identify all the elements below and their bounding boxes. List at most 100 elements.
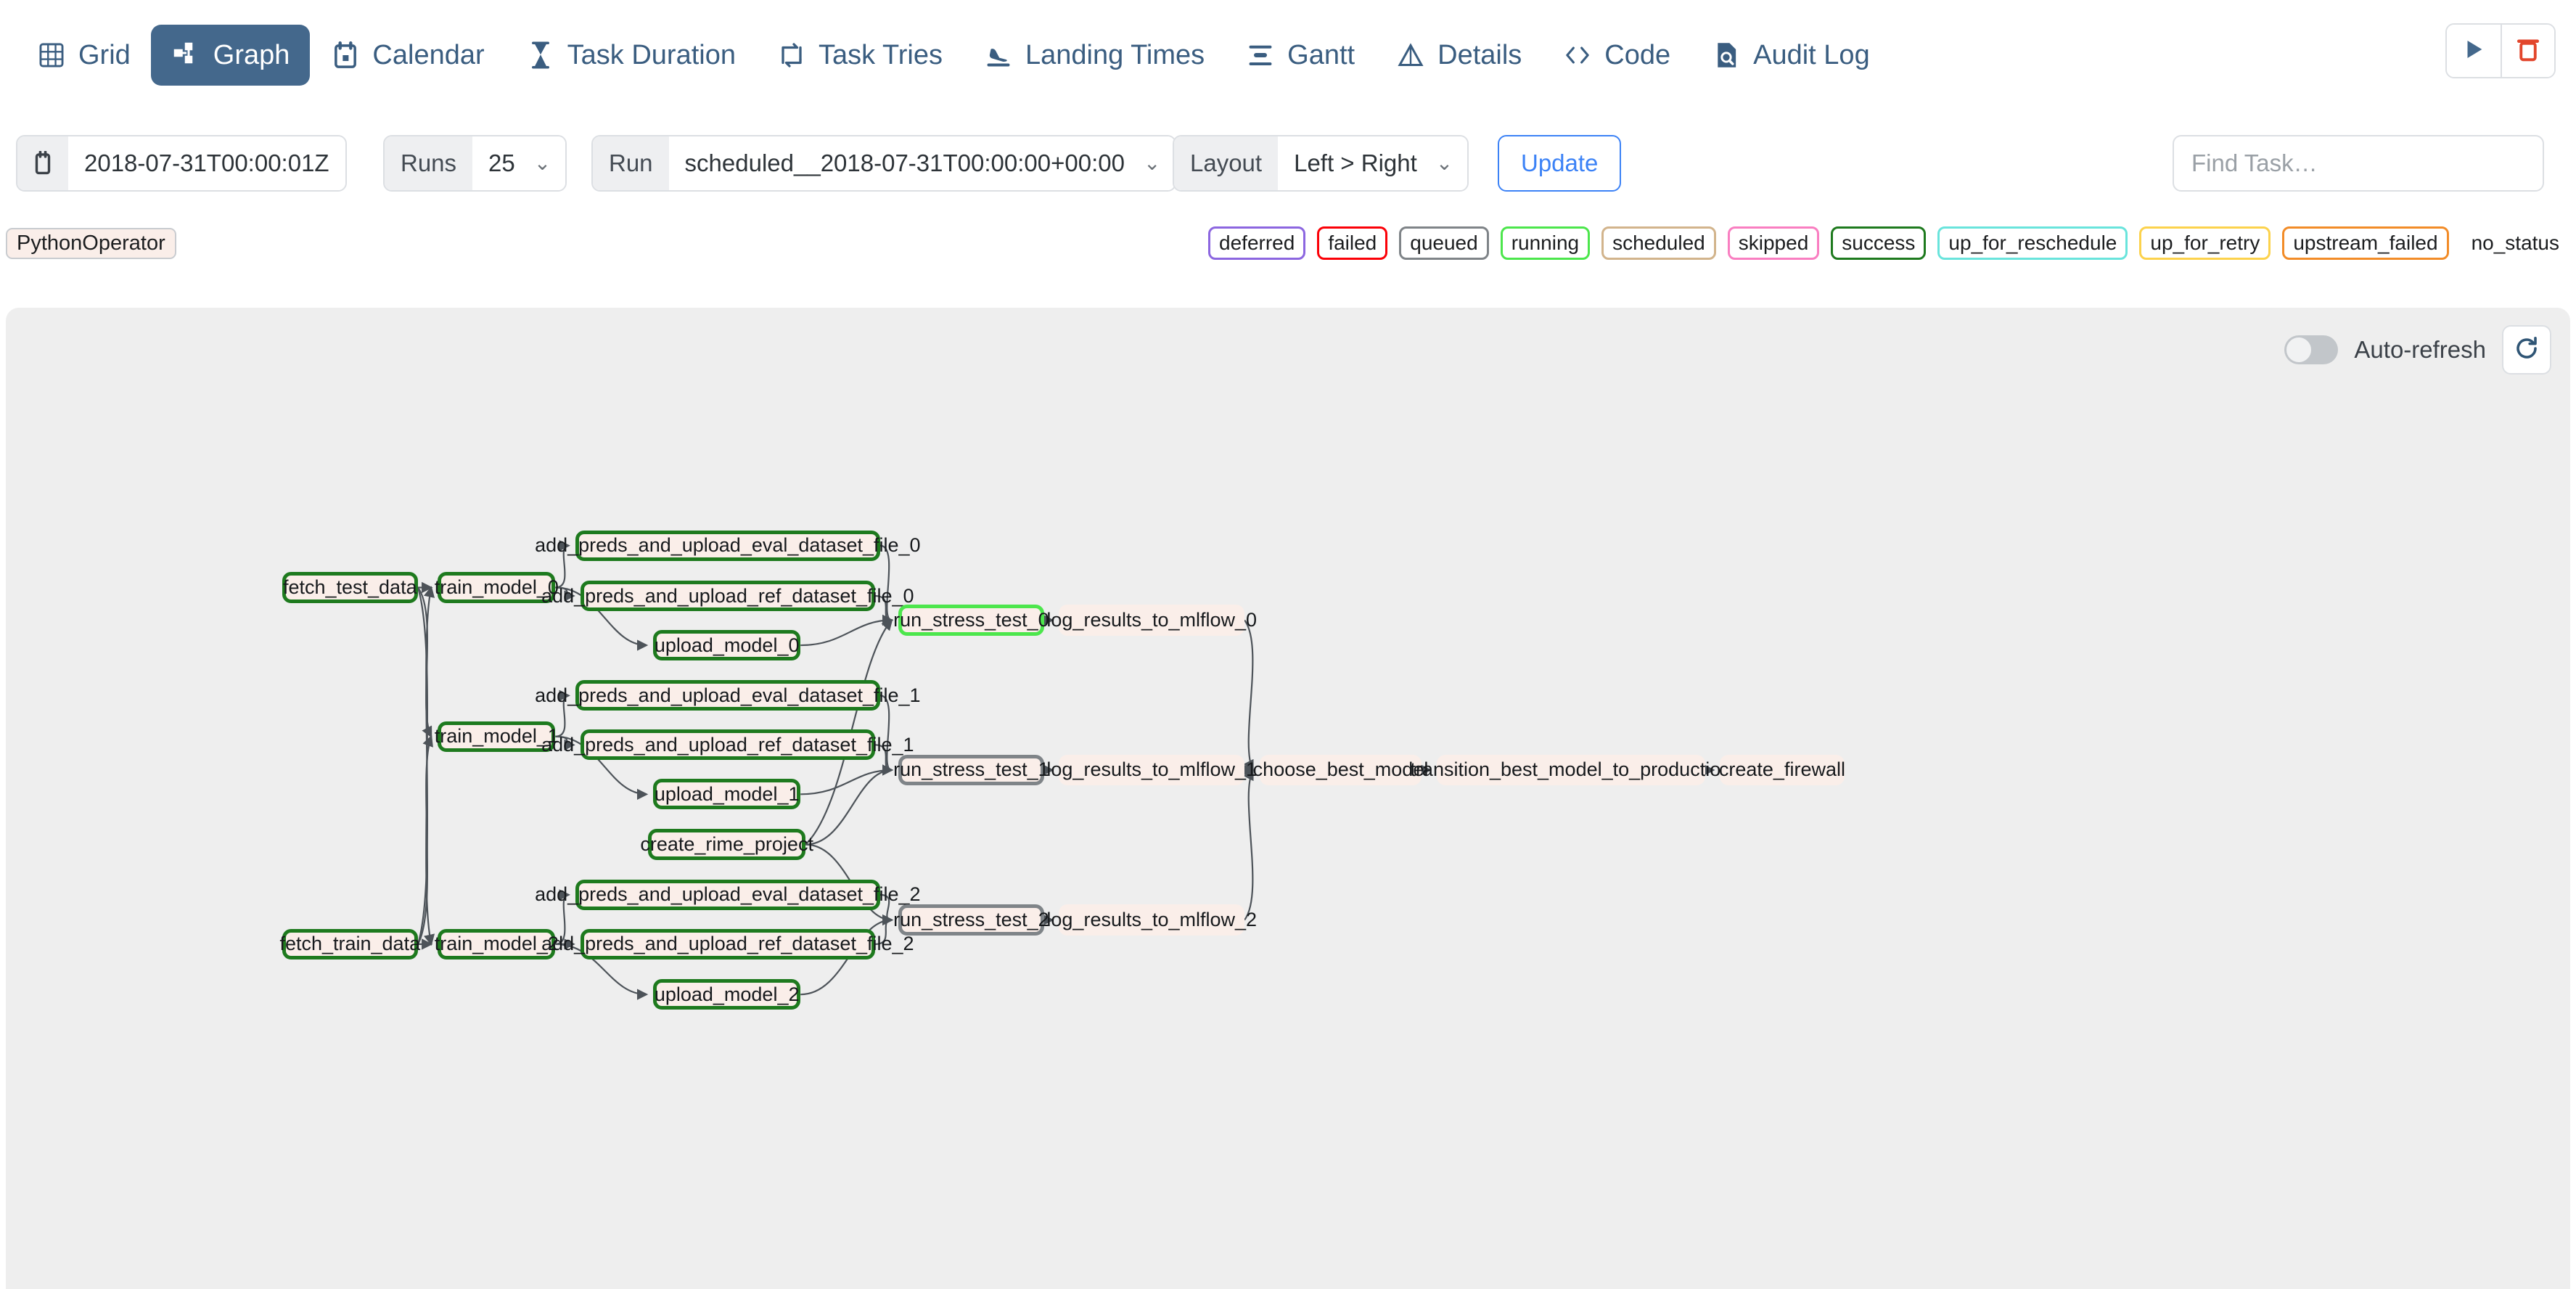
tab-grid[interactable]: Grid: [16, 25, 151, 86]
legend-chip-failed[interactable]: failed: [1317, 226, 1388, 260]
toggle-knob: [2286, 337, 2313, 363]
legend-chip-upstream_failed[interactable]: upstream_failed: [2282, 226, 2449, 260]
audit-log-icon: [1711, 40, 1742, 70]
tab-landing-times[interactable]: Landing Times: [963, 25, 1225, 86]
legend-chip-running[interactable]: running: [1500, 226, 1591, 260]
update-button[interactable]: Update: [1498, 135, 1622, 192]
task-node-choose_best_model[interactable]: choose_best_model: [1253, 754, 1428, 786]
task-node-transition_best_model_to_production[interactable]: transition_best_model_to_production: [1410, 754, 1731, 786]
legend-chip-deferred[interactable]: deferred: [1208, 226, 1306, 260]
graph-canvas[interactable]: Auto-refresh fetch_test_data train_model_…: [6, 308, 2570, 1289]
task-node-label: run_stress_test_2: [893, 909, 1049, 931]
trash-icon: [2516, 36, 2540, 66]
task-node-run_stress_test_1[interactable]: run_stress_test_1: [893, 754, 1049, 786]
task-node-train_model_1[interactable]: train_model_1: [435, 721, 559, 752]
landing-icon: [983, 40, 1014, 70]
task-node-label: add_preds_and_upload_ref_dataset_file_2: [541, 933, 914, 955]
chevron-down-icon: ⌄: [533, 152, 551, 174]
tab-task-duration[interactable]: Task Duration: [505, 25, 756, 86]
runs-label: Runs: [385, 136, 473, 190]
legend-chip-queued[interactable]: queued: [1399, 226, 1489, 260]
tab-label: Audit Log: [1753, 39, 1870, 70]
task-node-label: run_stress_test_0: [893, 608, 1049, 631]
graph-edge: [417, 734, 433, 945]
graph-edge: [1243, 769, 1254, 921]
task-node-log_results_to_mlflow_0[interactable]: log_results_to_mlflow_0: [1046, 605, 1257, 636]
tab-label: Calendar: [372, 39, 485, 70]
find-task-input[interactable]: [2173, 135, 2544, 192]
legend-chip-up_for_retry[interactable]: up_for_retry: [2139, 226, 2271, 260]
grid-icon: [36, 40, 67, 70]
legend-row: PythonOperator deferred failed queued runni…: [0, 221, 2576, 271]
task-node-run_stress_test_2[interactable]: run_stress_test_2: [893, 904, 1049, 936]
task-node-add_preds_and_upload_eval_dataset_file_1[interactable]: add_preds_and_upload_eval_dataset_file_1: [535, 680, 921, 711]
auto-refresh-toggle[interactable]: [2284, 335, 2339, 364]
layout-select[interactable]: Left > Right ⌄: [1278, 136, 1468, 190]
task-node-label: add_preds_and_upload_eval_dataset_file_0: [535, 534, 921, 557]
task-node-create_rime_project[interactable]: create_rime_project: [640, 829, 813, 860]
task-node-log_results_to_mlflow_1[interactable]: log_results_to_mlflow_1: [1046, 754, 1257, 786]
hourglass-icon: [525, 40, 556, 70]
task-node-label: create_firewall: [1718, 758, 1845, 781]
delete-dag-button[interactable]: [2501, 25, 2554, 77]
tab-label: Details: [1437, 39, 1522, 70]
task-node-log_results_to_mlflow_2[interactable]: log_results_to_mlflow_2: [1046, 904, 1257, 936]
task-node-label: add_preds_and_upload_ref_dataset_file_1: [541, 733, 914, 756]
tab-code[interactable]: Code: [1542, 25, 1691, 86]
tab-label: Landing Times: [1025, 39, 1205, 70]
task-node-train_model_0[interactable]: train_model_0: [435, 572, 559, 603]
tab-gantt[interactable]: Gantt: [1225, 25, 1375, 86]
tab-audit-log[interactable]: Audit Log: [1691, 25, 1890, 86]
status-legend: deferred failed queued running scheduled skip…: [1208, 226, 2570, 260]
dag-actions-group: [2445, 23, 2556, 78]
runs-select[interactable]: 25 ⌄: [472, 136, 566, 190]
task-node-upload_model_0[interactable]: upload_model_0: [653, 629, 801, 661]
tab-task-tries[interactable]: Task Tries: [756, 25, 963, 86]
graph-edges: [417, 540, 1715, 1000]
task-node-add_preds_and_upload_ref_dataset_file_1[interactable]: add_preds_and_upload_ref_dataset_file_1: [541, 729, 914, 761]
refresh-button[interactable]: [2502, 325, 2551, 375]
graph-icon: [171, 40, 202, 70]
task-node-add_preds_and_upload_eval_dataset_file_2[interactable]: add_preds_and_upload_eval_dataset_file_2: [535, 879, 921, 911]
task-node-run_stress_test_0[interactable]: run_stress_test_0: [893, 605, 1049, 636]
task-node-label: train_model_2: [434, 933, 559, 955]
legend-chip-no_status[interactable]: no_status: [2461, 226, 2570, 260]
legend-chip-success[interactable]: success: [1831, 226, 1927, 260]
runs-value: 25: [488, 150, 515, 176]
execution-date-value[interactable]: 2018-07-31T00:00:01Z: [68, 136, 345, 190]
run-group: Run scheduled__2018-07-31T00:00:00+00:00…: [591, 135, 1177, 192]
trigger-dag-button[interactable]: [2447, 25, 2501, 77]
task-node-create_firewall[interactable]: create_firewall: [1718, 754, 1845, 786]
runs-group: Runs 25 ⌄: [383, 135, 567, 192]
task-node-fetch_test_data[interactable]: fetch_test_data: [282, 572, 418, 603]
legend-chip-skipped[interactable]: skipped: [1727, 226, 1820, 260]
task-node-label: add_preds_and_upload_eval_dataset_file_1: [535, 684, 921, 706]
task-node-label: train_model_0: [434, 576, 559, 598]
task-node-train_model_2[interactable]: train_model_2: [435, 928, 559, 960]
gantt-icon: [1245, 40, 1276, 70]
task-node-label: upload_model_0: [654, 634, 800, 656]
tab-calendar[interactable]: Calendar: [310, 25, 504, 86]
legend-chip-scheduled[interactable]: scheduled: [1601, 226, 1716, 260]
code-icon: [1562, 40, 1593, 70]
retry-icon: [776, 40, 807, 70]
task-node-fetch_train_data[interactable]: fetch_train_data: [279, 928, 420, 960]
tab-details[interactable]: Details: [1375, 25, 1542, 86]
play-icon: [2461, 37, 2486, 65]
calendar-icon: [17, 136, 68, 190]
task-node-add_preds_and_upload_ref_dataset_file_2[interactable]: add_preds_and_upload_ref_dataset_file_2: [541, 928, 914, 960]
layout-group: Layout Left > Right ⌄: [1173, 135, 1469, 192]
legend-chip-up_for_reschedule[interactable]: up_for_reschedule: [1937, 226, 2128, 260]
task-node-label: transition_best_model_to_production: [1410, 758, 1732, 781]
task-node-upload_model_2[interactable]: upload_model_2: [653, 979, 801, 1010]
tab-graph[interactable]: Graph: [150, 25, 311, 86]
task-node-add_preds_and_upload_ref_dataset_file_0[interactable]: add_preds_and_upload_ref_dataset_file_0: [541, 580, 914, 612]
task-node-label: upload_model_1: [654, 782, 800, 805]
run-select[interactable]: scheduled__2018-07-31T00:00:00+00:00 ⌄: [668, 136, 1176, 190]
task-node-upload_model_1[interactable]: upload_model_1: [653, 779, 801, 810]
task-node-add_preds_and_upload_eval_dataset_file_0[interactable]: add_preds_and_upload_eval_dataset_file_0: [535, 530, 921, 561]
task-node-label: upload_model_2: [654, 983, 800, 1005]
task-node-label: train_model_1: [434, 725, 559, 748]
layout-value: Left > Right: [1294, 150, 1417, 176]
task-node-label: add_preds_and_upload_ref_dataset_file_0: [541, 584, 914, 607]
